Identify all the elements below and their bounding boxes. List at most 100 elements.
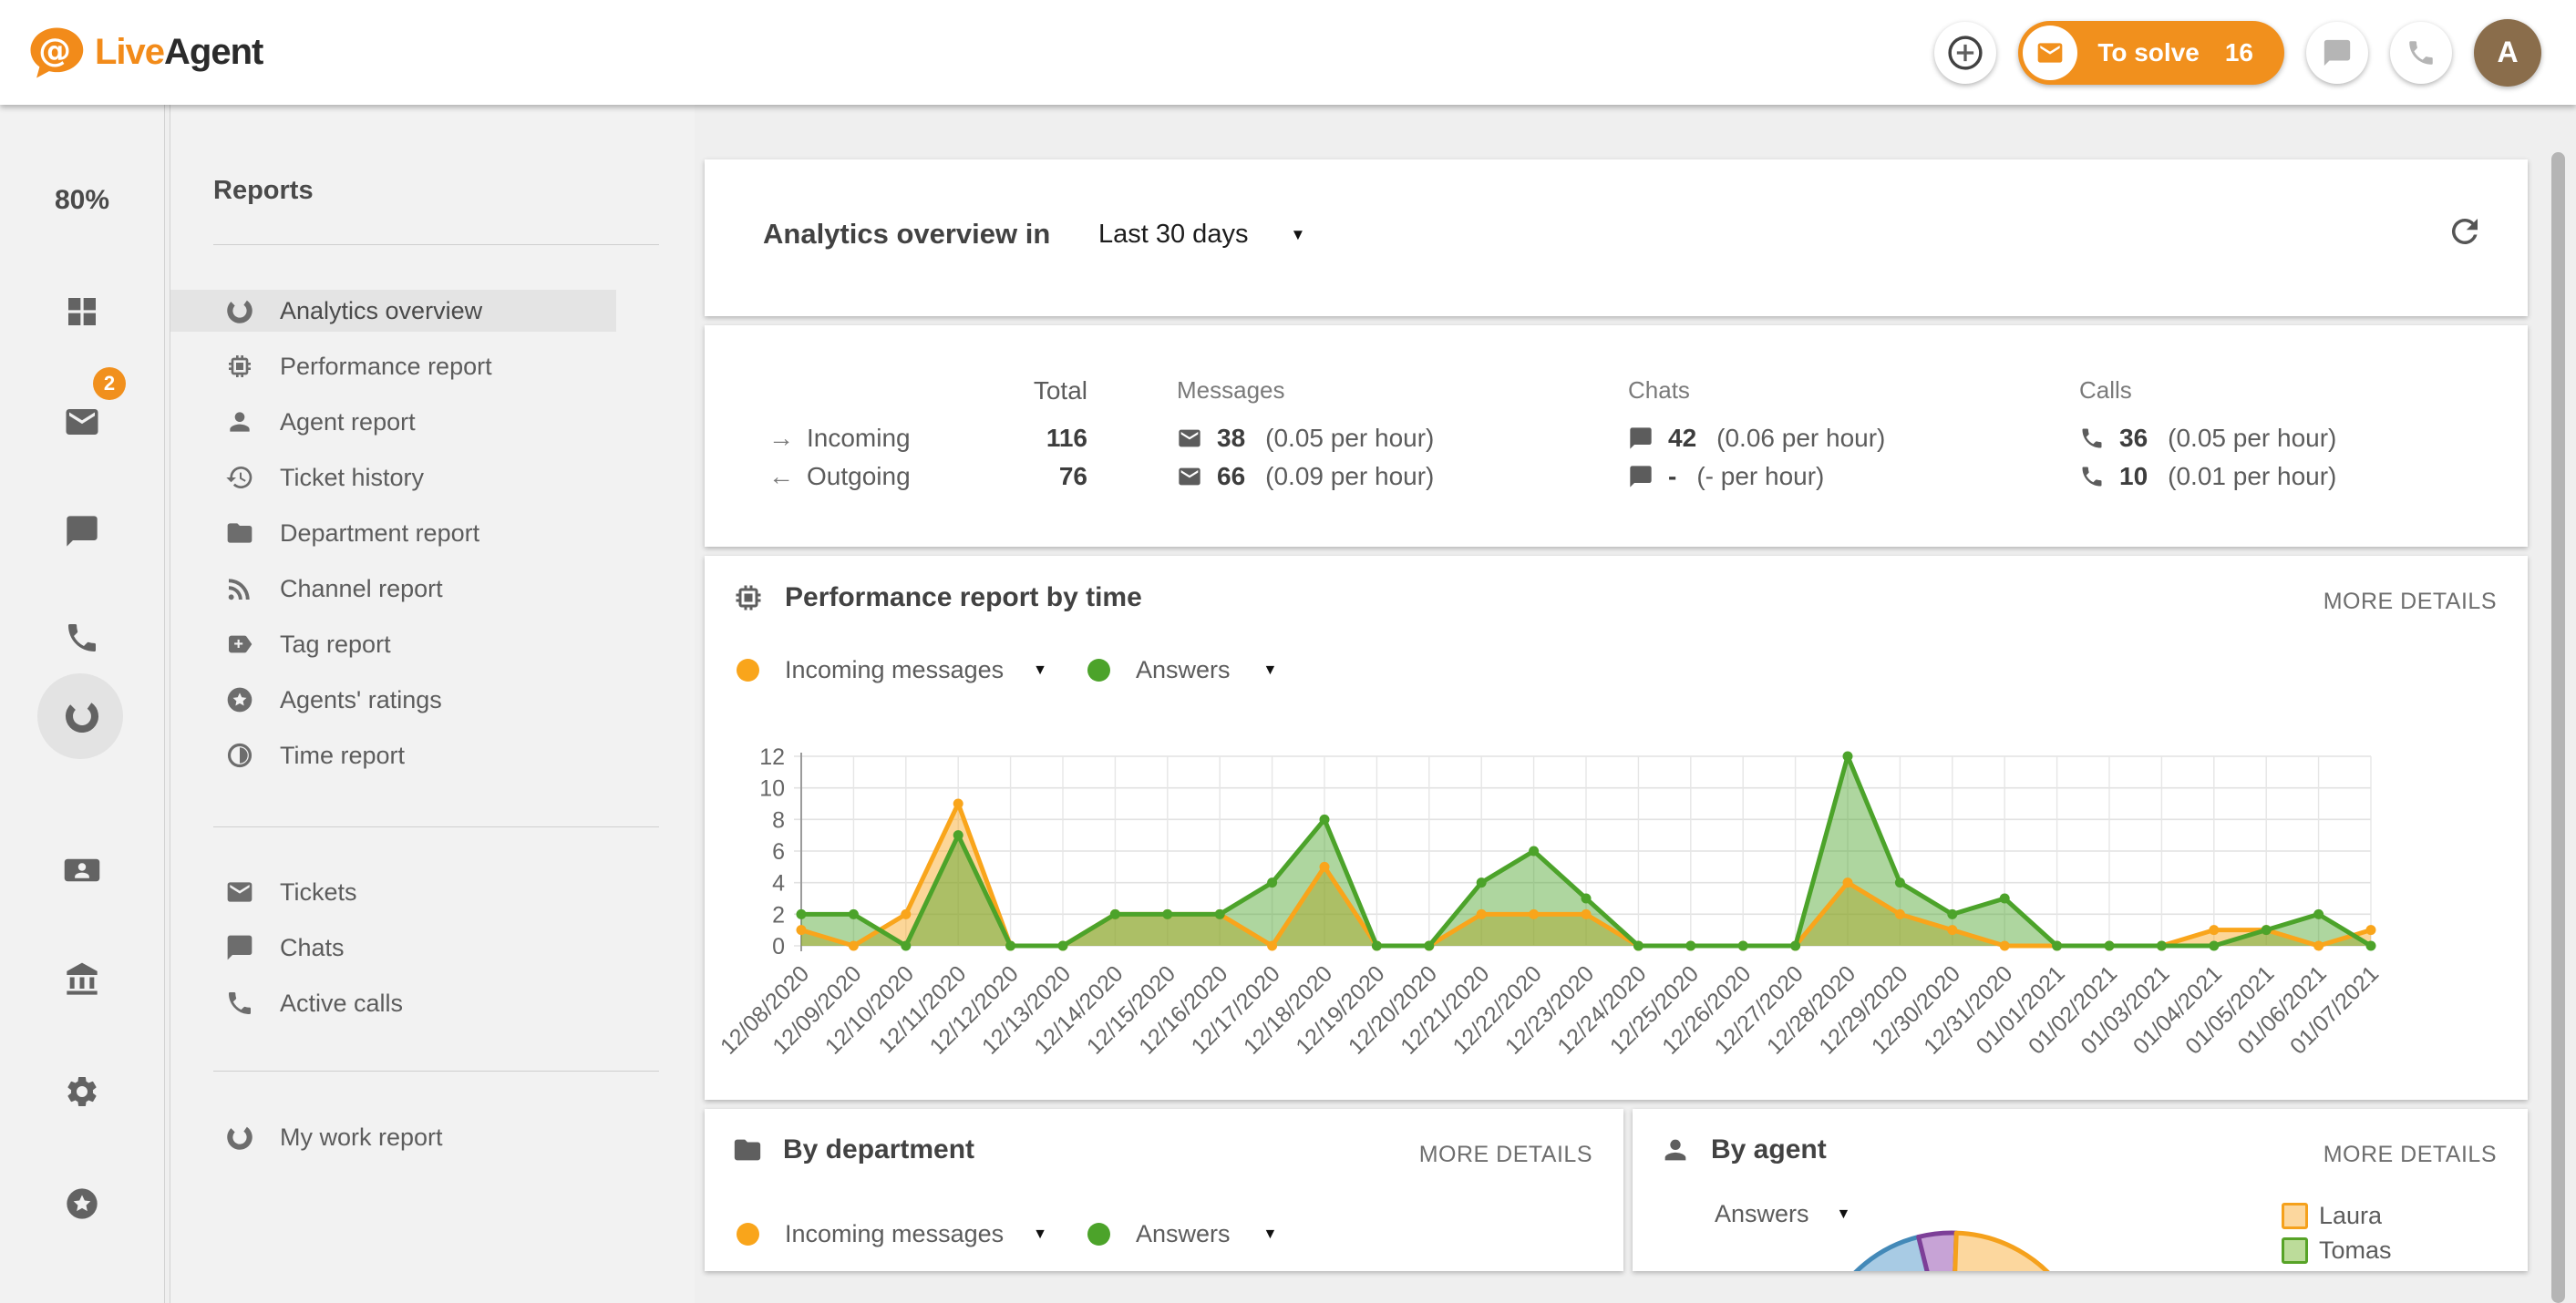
outgoing-chats-rate: (- per hour) xyxy=(1696,462,1824,491)
avatar-letter: A xyxy=(2497,36,2518,69)
refresh-icon xyxy=(2446,212,2484,251)
menu-item-label: Performance report xyxy=(280,353,492,381)
svg-text:@: @ xyxy=(38,32,71,69)
menu-item-performance-report[interactable]: Performance report xyxy=(170,345,695,387)
menu-divider xyxy=(213,1071,659,1072)
outgoing-calls-cell: 10 (0.01 per hour) xyxy=(2079,462,2336,491)
main-content: Analytics overview in Last 30 days ▼ Tot… xyxy=(696,105,2576,1303)
menu-item-department-report[interactable]: Department report xyxy=(170,512,695,554)
legend-item-tomas: Tomas xyxy=(2282,1236,2392,1265)
rail-contacts-icon[interactable] xyxy=(0,851,164,889)
chevron-down-icon[interactable]: ▼ xyxy=(1033,1226,1047,1243)
rail-company-icon[interactable] xyxy=(0,961,164,998)
incoming-messages-cell: 38 (0.05 per hour) xyxy=(1177,424,1434,453)
incoming-chats-value: 42 xyxy=(1668,424,1696,453)
svg-text:4: 4 xyxy=(772,871,785,897)
chevron-down-icon[interactable]: ▼ xyxy=(1263,1226,1278,1243)
incoming-messages-value: 38 xyxy=(1217,424,1245,453)
folder-icon xyxy=(225,518,256,548)
col-header-messages: Messages xyxy=(1177,376,1285,405)
svg-text:0: 0 xyxy=(772,934,785,959)
chat-bubble-icon xyxy=(1628,426,1654,451)
chevron-down-icon: ▼ xyxy=(1837,1206,1851,1223)
user-avatar[interactable]: A xyxy=(2474,19,2541,87)
menu-item-label: Active calls xyxy=(280,990,403,1018)
section-title: By agent xyxy=(1711,1134,1827,1165)
rail-ratings-icon[interactable] xyxy=(0,1185,164,1222)
incoming-calls-rate: (0.05 per hour) xyxy=(2168,424,2336,453)
rail-calls-icon[interactable] xyxy=(0,620,164,656)
rail-reports-icon[interactable] xyxy=(0,697,164,735)
phone-icon xyxy=(2079,464,2105,489)
plus-circle-icon xyxy=(1945,33,1985,73)
menu-item-channel-report[interactable]: Channel report xyxy=(170,568,695,610)
agent-pie-chart xyxy=(1633,1109,2528,1271)
mail-icon xyxy=(225,877,256,907)
svg-text:12: 12 xyxy=(759,744,785,770)
svg-text:10: 10 xyxy=(759,776,785,802)
incoming-messages-rate: (0.05 per hour) xyxy=(1265,424,1434,453)
phone-icon xyxy=(225,989,256,1018)
to-solve-button[interactable]: To solve 16 xyxy=(2018,21,2284,85)
chats-button[interactable] xyxy=(2306,22,2368,84)
menu-item-agents-ratings[interactable]: Agents' ratings xyxy=(170,679,695,721)
calls-button[interactable] xyxy=(2390,22,2452,84)
menu-item-label: Chats xyxy=(280,934,345,962)
answers-dropdown[interactable]: Answers ▼ xyxy=(1715,1200,1850,1228)
phone-icon xyxy=(2406,37,2437,68)
chevron-down-icon: ▼ xyxy=(1290,226,1305,244)
menu-item-ticket-history[interactable]: Ticket history xyxy=(170,457,695,498)
usage-percent: 80% xyxy=(0,185,164,216)
add-new-button[interactable] xyxy=(1934,22,1996,84)
menu-item-my-work-report[interactable]: My work report xyxy=(170,1116,695,1158)
menu-item-time-report[interactable]: Time report xyxy=(170,734,695,776)
icon-rail-sidebar: 80% 2 xyxy=(0,105,165,1303)
col-header-chats: Chats xyxy=(1628,376,1690,405)
menu-item-label: Time report xyxy=(280,742,405,770)
tickets-badge: 2 xyxy=(93,367,126,400)
rail-tickets-icon[interactable] xyxy=(0,403,164,441)
date-range-dropdown[interactable]: Last 30 days ▼ xyxy=(1098,220,1305,250)
tag-icon xyxy=(225,630,256,659)
phone-icon xyxy=(2079,426,2105,451)
menu-divider xyxy=(213,826,659,827)
person-icon xyxy=(1660,1134,1691,1165)
incoming-calls-value: 36 xyxy=(2119,424,2148,453)
outgoing-messages-value: 66 xyxy=(1217,462,1245,491)
menu-item-label: Tag report xyxy=(280,631,391,659)
menu-item-tag-report[interactable]: Tag report xyxy=(170,623,695,665)
top-header: @ LiveAgent To solve 16 A xyxy=(0,0,2576,105)
incoming-chats-rate: (0.06 per hour) xyxy=(1716,424,1885,453)
incoming-label: Incoming xyxy=(807,424,911,453)
clock-half-icon xyxy=(225,741,256,770)
outgoing-chats-value: - xyxy=(1668,462,1676,491)
menu-item-active-calls[interactable]: Active calls xyxy=(170,982,695,1024)
logo-text: LiveAgent xyxy=(95,32,263,73)
answers-legend-label: Answers xyxy=(1136,1220,1231,1248)
menu-item-analytics-overview[interactable]: Analytics overview xyxy=(170,290,616,332)
rail-chats-icon[interactable] xyxy=(0,513,164,549)
menu-item-chats[interactable]: Chats xyxy=(170,927,695,969)
menu-item-label: Department report xyxy=(280,519,479,548)
rail-settings-icon[interactable] xyxy=(0,1073,164,1110)
rail-dashboard-icon[interactable] xyxy=(0,293,164,330)
tomas-swatch xyxy=(2282,1237,2308,1264)
mail-icon xyxy=(1177,464,1202,489)
time-series-chart: 02468101212/08/202012/09/202012/10/20201… xyxy=(705,556,2528,1100)
refresh-button[interactable] xyxy=(2446,212,2484,251)
liveagent-logo[interactable]: @ LiveAgent xyxy=(26,23,263,83)
more-details-link[interactable]: MORE DETAILS xyxy=(1419,1142,1592,1168)
outgoing-total: 76 xyxy=(960,462,1087,491)
menu-item-agent-report[interactable]: Agent report xyxy=(170,401,695,443)
menu-item-tickets[interactable]: Tickets xyxy=(170,871,695,913)
analytics-overview-card: Analytics overview in Last 30 days ▼ xyxy=(705,159,2528,316)
more-details-link[interactable]: MORE DETAILS xyxy=(2324,1142,2497,1168)
to-solve-count: 16 xyxy=(2225,38,2253,67)
outgoing-arrow-icon: ← xyxy=(768,462,794,491)
menu-item-label: Agent report xyxy=(280,408,416,436)
outgoing-messages-rate: (0.09 per hour) xyxy=(1265,462,1434,491)
to-solve-label: To solve xyxy=(2097,38,2200,67)
vertical-scrollbar[interactable] xyxy=(2551,152,2565,1303)
chip-icon xyxy=(225,352,256,381)
incoming-total: 116 xyxy=(960,424,1087,453)
